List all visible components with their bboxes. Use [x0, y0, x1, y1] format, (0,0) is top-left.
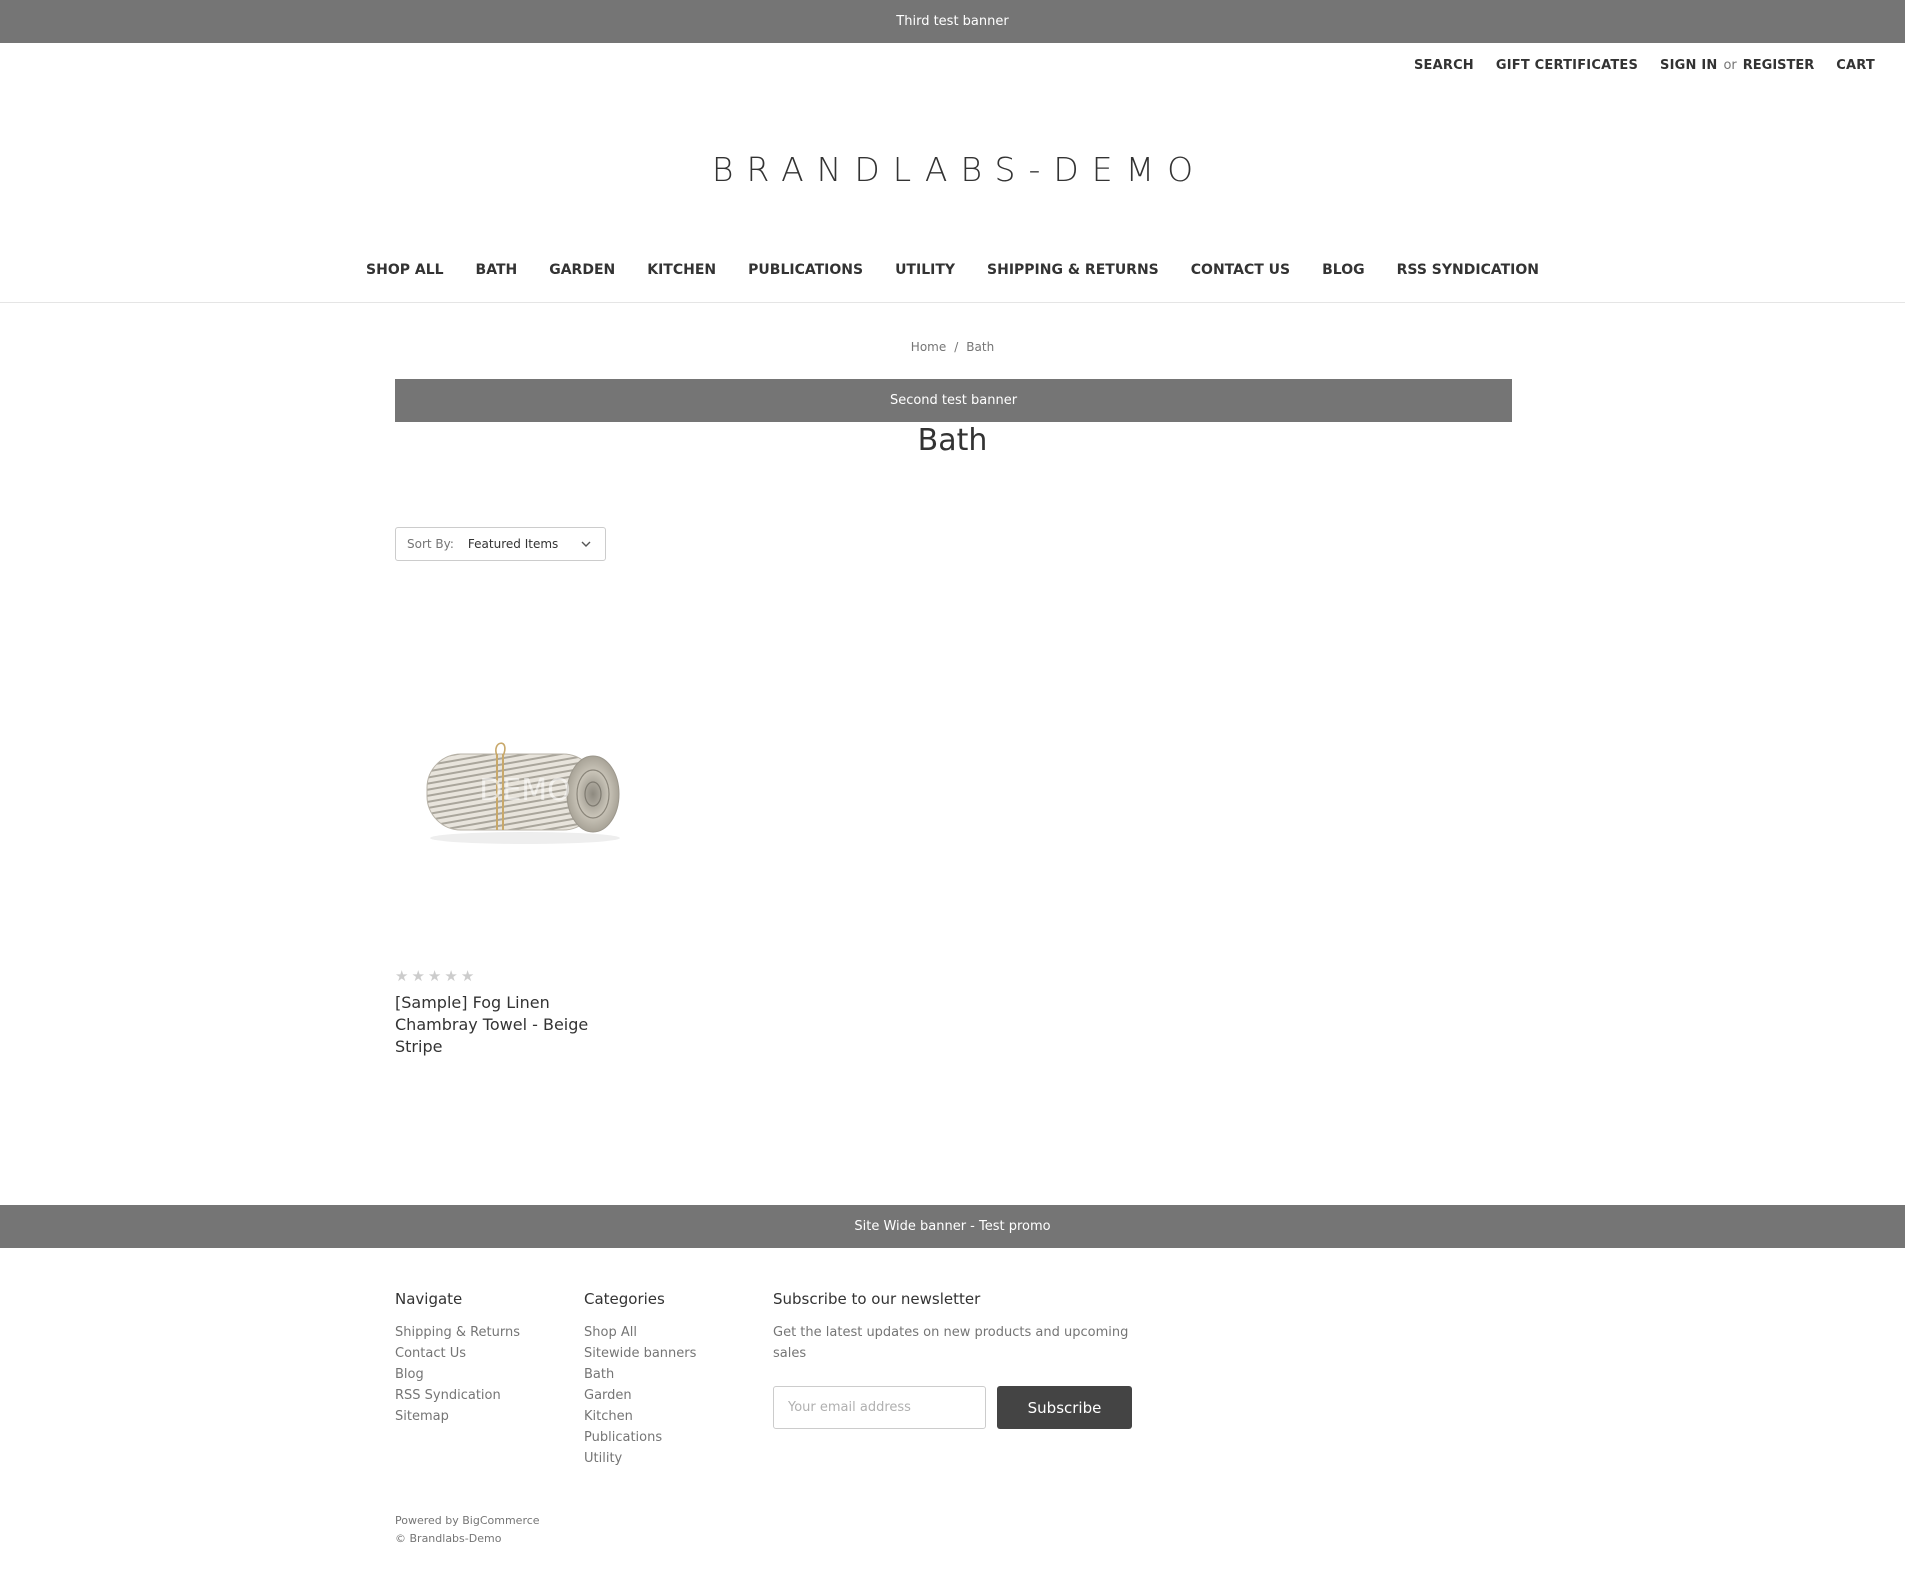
footer-link-rss-syndication[interactable]: RSS Syndication: [395, 1385, 520, 1406]
footer-category-publications[interactable]: Publications: [584, 1427, 696, 1448]
register-link[interactable]: REGISTER: [1743, 58, 1815, 73]
newsletter-heading: Subscribe to our newsletter: [773, 1290, 981, 1308]
product-image[interactable]: DEMO: [415, 730, 635, 850]
copyright: © Brandlabs-Demo: [395, 1532, 502, 1545]
footer-categories-heading: Categories: [584, 1290, 665, 1308]
product-rating: ★ ★ ★ ★ ★: [395, 969, 474, 984]
nav-item-publications[interactable]: PUBLICATIONS: [732, 262, 879, 278]
product-name-link[interactable]: [Sample] Fog Linen Chambray Towel - Beig…: [395, 992, 635, 1058]
main-nav: SHOP ALL BATH GARDEN KITCHEN PUBLICATION…: [0, 262, 1905, 278]
second-banner: Second test banner: [395, 379, 1512, 422]
footer-navigate-heading: Navigate: [395, 1290, 463, 1308]
email-field[interactable]: [773, 1386, 986, 1429]
newsletter-description: Get the latest updates on new products a…: [773, 1325, 1129, 1361]
nav-item-shop-all[interactable]: SHOP ALL: [350, 262, 460, 278]
breadcrumb: Home / Bath: [0, 340, 1905, 354]
footer-category-sitewide-banners[interactable]: Sitewide banners: [584, 1343, 696, 1364]
footer-category-shop-all[interactable]: Shop All: [584, 1322, 696, 1343]
breadcrumb-current: Bath: [966, 340, 995, 354]
powered-by[interactable]: Powered by BigCommerce: [395, 1514, 540, 1527]
footer-category-garden[interactable]: Garden: [584, 1385, 696, 1406]
footer-link-contact-us[interactable]: Contact Us: [395, 1343, 520, 1364]
nav-item-garden[interactable]: GARDEN: [533, 262, 631, 278]
sign-in-link[interactable]: SIGN IN: [1660, 58, 1717, 73]
footer-newsletter: Subscribe to our newsletter Get the late…: [773, 1290, 1143, 1429]
gift-certificates-link[interactable]: GIFT CERTIFICATES: [1496, 58, 1638, 73]
page-title: Bath: [917, 423, 988, 458]
footer-link-blog[interactable]: Blog: [395, 1364, 520, 1385]
sort-by-value: Featured Items: [467, 537, 559, 551]
breadcrumb-separator: /: [954, 340, 959, 354]
footer-category-kitchen[interactable]: Kitchen: [584, 1406, 696, 1427]
sort-by-label: Sort By:: [407, 537, 454, 551]
nav-item-blog[interactable]: BLOG: [1306, 262, 1381, 278]
search-link[interactable]: SEARCH: [1414, 58, 1474, 73]
nav-item-rss-syndication[interactable]: RSS SYNDICATION: [1381, 262, 1555, 278]
utility-nav: SEARCH GIFT CERTIFICATES SIGN IN or REGI…: [1392, 58, 1875, 73]
star-icon: ★: [444, 967, 458, 985]
sort-by-select[interactable]: Sort By: Featured Items: [395, 527, 606, 561]
nav-item-utility[interactable]: UTILITY: [879, 262, 971, 278]
footer-category-bath[interactable]: Bath: [584, 1364, 696, 1385]
or-text: or: [1723, 58, 1737, 73]
footer-category-utility[interactable]: Utility: [584, 1448, 696, 1469]
subscribe-button[interactable]: Subscribe: [997, 1386, 1132, 1429]
cart-link[interactable]: CART: [1836, 58, 1875, 73]
chevron-down-icon: [581, 541, 591, 547]
footer-link-shipping-returns[interactable]: Shipping & Returns: [395, 1322, 520, 1343]
star-icon: ★: [395, 967, 409, 985]
footer-banner: Site Wide banner - Test promo: [0, 1205, 1905, 1248]
footer-navigate: Navigate Shipping & Returns Contact Us B…: [395, 1290, 520, 1427]
nav-item-bath[interactable]: BATH: [460, 262, 534, 278]
footer-categories: Categories Shop All Sitewide banners Bat…: [584, 1290, 696, 1469]
nav-item-shipping-returns[interactable]: SHIPPING & RETURNS: [971, 262, 1175, 278]
star-icon: ★: [460, 967, 475, 985]
nav-item-kitchen[interactable]: KITCHEN: [631, 262, 732, 278]
breadcrumb-home[interactable]: Home: [911, 340, 946, 354]
store-logo[interactable]: BRANDLABS-DEMO: [0, 150, 1905, 189]
nav-item-contact-us[interactable]: CONTACT US: [1175, 262, 1306, 278]
star-icon: ★: [427, 967, 442, 985]
nav-divider: [0, 302, 1905, 303]
footer-link-sitemap[interactable]: Sitemap: [395, 1406, 520, 1427]
image-watermark: DEMO: [479, 773, 571, 808]
star-icon: ★: [411, 967, 425, 985]
top-banner: Third test banner: [0, 0, 1905, 43]
